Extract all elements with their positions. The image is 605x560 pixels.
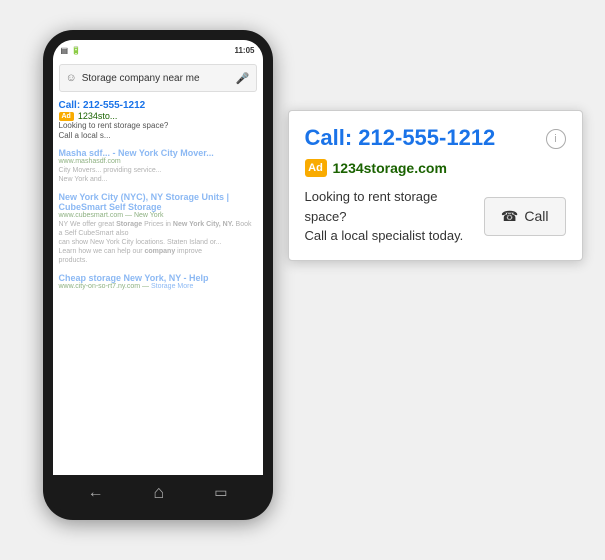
popup-ad-row: Ad 1234storage.com bbox=[305, 159, 566, 177]
results-area: Call: 212-555-1212 Ad 1234sto... Looking… bbox=[53, 96, 263, 478]
popup-body: Looking to rent storage space? Call a lo… bbox=[305, 187, 566, 246]
status-bar: ▤ 🔋 11:05 bbox=[53, 40, 263, 60]
result-title-3[interactable]: Cheap storage New York, NY - Help bbox=[59, 273, 257, 283]
result-title-1[interactable]: Masha sdf... - New York City Mover... bbox=[59, 148, 257, 158]
popup-desc-line1: Looking to rent storage space? bbox=[305, 187, 472, 226]
call-button-label: Call bbox=[524, 208, 548, 224]
ad-domain-row-small: Ad 1234sto... bbox=[59, 111, 257, 121]
result-item-2: New York City (NYC), NY Storage Units | … bbox=[59, 192, 257, 265]
mic-icon: 🎤 bbox=[236, 72, 250, 85]
popup-card: Call: 212-555-1212 i Ad 1234storage.com … bbox=[288, 110, 583, 261]
battery-icon: 🔋 bbox=[71, 46, 81, 55]
ad-desc-small-1: Looking to rent storage space? bbox=[59, 121, 257, 131]
sim-icon: ▤ bbox=[61, 46, 69, 55]
call-button[interactable]: ☎ Call bbox=[484, 197, 566, 236]
status-icons-left: ▤ 🔋 bbox=[61, 46, 82, 55]
status-time: 11:05 bbox=[234, 46, 254, 55]
result-title-2[interactable]: New York City (NYC), NY Storage Units | … bbox=[59, 192, 257, 212]
result-desc-2: NY We offer great Storage Prices in New … bbox=[59, 220, 257, 265]
result-item-1: Masha sdf... - New York City Mover... ww… bbox=[59, 148, 257, 184]
ad-call-link-small[interactable]: Call: 212-555-1212 bbox=[59, 100, 257, 111]
android-bar: ← ⌂ ▭ bbox=[43, 475, 273, 510]
call-phone-icon: ☎ bbox=[501, 208, 518, 225]
search-bar[interactable]: ☺ Storage company near me 🎤 bbox=[59, 64, 257, 92]
scene: ▤ 🔋 11:05 ☺ Storage company near me 🎤 Ca… bbox=[13, 10, 593, 550]
search-person-icon: ☺ bbox=[66, 72, 77, 84]
popup-call-number[interactable]: Call: 212-555-1212 bbox=[305, 125, 496, 151]
ad-badge: Ad bbox=[305, 159, 327, 177]
popup-domain[interactable]: 1234storage.com bbox=[333, 160, 447, 176]
phone-screen: ▤ 🔋 11:05 ☺ Storage company near me 🎤 Ca… bbox=[53, 40, 263, 510]
phone: ▤ 🔋 11:05 ☺ Storage company near me 🎤 Ca… bbox=[43, 30, 273, 520]
result-url-1: www.mashasdf.com bbox=[59, 158, 257, 165]
ad-badge-small: Ad bbox=[59, 112, 74, 121]
result-url-2: www.cubesmart.com — New York bbox=[59, 212, 257, 219]
back-button[interactable]: ← bbox=[87, 484, 103, 502]
ad-result-small: Call: 212-555-1212 Ad 1234sto... Looking… bbox=[59, 100, 257, 142]
popup-desc-line2: Call a local specialist today. bbox=[305, 226, 472, 246]
ad-domain-small: 1234sto... bbox=[78, 111, 118, 121]
result-url-3: www.city-on-so-rt7.ny.com — Storage More bbox=[59, 283, 257, 290]
info-icon[interactable]: i bbox=[546, 129, 566, 149]
result-item-3: Cheap storage New York, NY - Help www.ci… bbox=[59, 273, 257, 290]
popup-description: Looking to rent storage space? Call a lo… bbox=[305, 187, 472, 246]
ad-desc-small-2: Call a local s... bbox=[59, 131, 257, 141]
recents-button[interactable]: ▭ bbox=[214, 484, 227, 501]
popup-header: Call: 212-555-1212 i bbox=[305, 125, 566, 151]
search-query-text: Storage company near me bbox=[82, 73, 236, 84]
result-desc-1: City Movers... providing service...New Y… bbox=[59, 166, 257, 184]
home-button[interactable]: ⌂ bbox=[153, 482, 164, 503]
